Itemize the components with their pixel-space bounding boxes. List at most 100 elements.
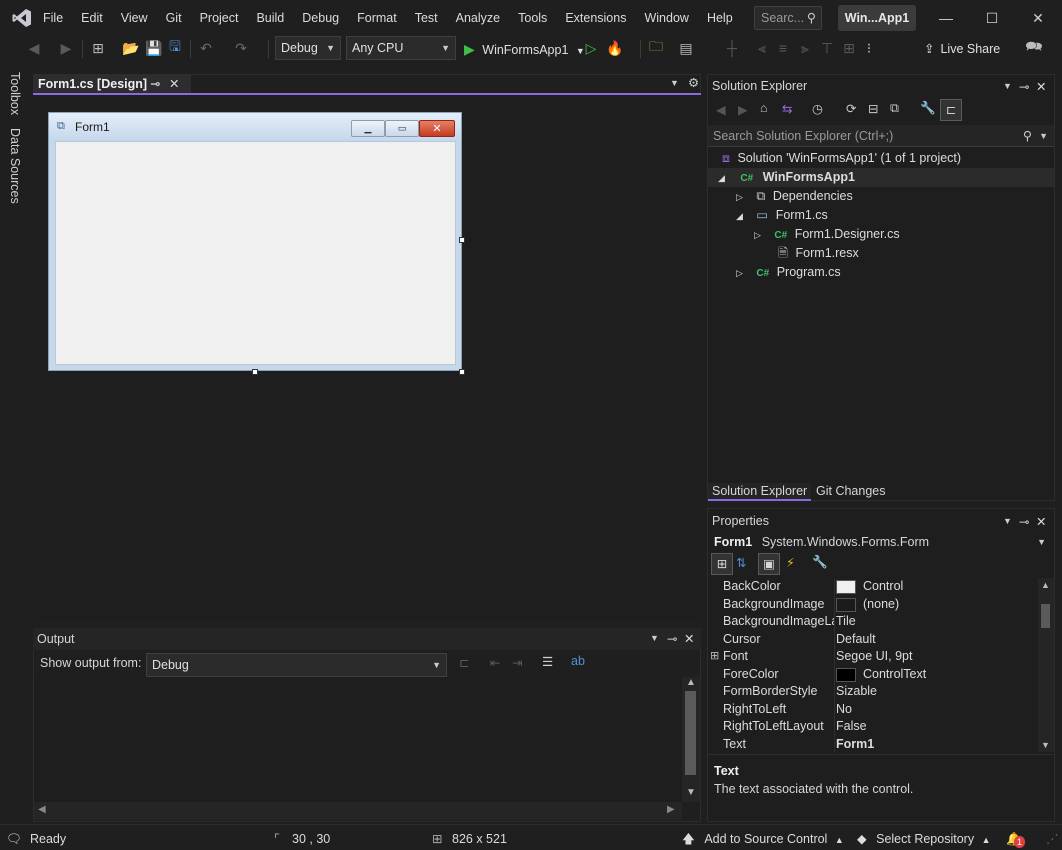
output-vertical-scrollbar[interactable]: ▲ ▼ xyxy=(682,677,700,802)
start-without-debugging-icon[interactable]: ▷ xyxy=(581,38,601,58)
form1-design-window[interactable]: ⧉ Form1 ▁ ▭ ✕ xyxy=(48,112,462,371)
new-project-icon[interactable]: ⊞ xyxy=(88,38,108,58)
browse-folder-icon[interactable]: 🗀 xyxy=(646,38,666,58)
property-pages-icon[interactable]: 🔧 xyxy=(812,555,828,570)
clear-all-icon[interactable]: ☰ xyxy=(542,654,553,669)
previous-message-icon[interactable]: ⇤ xyxy=(490,655,500,670)
align-tops-icon[interactable]: ⊤ xyxy=(817,38,837,58)
property-value[interactable]: Sizable xyxy=(836,683,877,701)
chevron-down-icon[interactable]: ▼ xyxy=(1003,516,1012,526)
close-icon[interactable]: ✕ xyxy=(1036,514,1046,529)
open-file-icon[interactable]: 📂 xyxy=(121,38,141,58)
properties-view-icon[interactable]: ▣ xyxy=(758,553,780,575)
menu-format[interactable]: Format xyxy=(348,6,406,30)
toolbar-overflow-icon[interactable]: ⁝ xyxy=(859,38,879,58)
alphabetical-icon[interactable]: ⇅ xyxy=(736,555,746,570)
back-icon[interactable]: ◀ xyxy=(24,38,44,58)
minimize-button[interactable]: — xyxy=(924,4,968,32)
redo-icon[interactable]: ↷ xyxy=(231,38,251,58)
collapse-all-icon[interactable]: ⊟ xyxy=(868,101,878,116)
property-row[interactable]: Cursor Default xyxy=(712,630,1038,649)
output-source-dropdown[interactable]: Debug ▼ xyxy=(146,653,447,677)
property-value[interactable]: Default xyxy=(836,631,876,649)
tree-item-form1-designer[interactable]: ▷ C# Form1.Designer.cs xyxy=(708,225,1054,244)
menu-test[interactable]: Test xyxy=(406,6,447,30)
output-text-area[interactable] xyxy=(34,677,682,802)
data-sources-tab[interactable]: Data Sources xyxy=(8,128,22,204)
categorized-icon[interactable]: ⊞ xyxy=(711,553,733,575)
chevron-down-icon[interactable]: ▼ xyxy=(1003,81,1012,91)
resize-handle-right[interactable] xyxy=(459,237,465,243)
expand-icon[interactable]: ⊞ xyxy=(710,648,719,666)
tab-list-dropdown-icon[interactable]: ▼ xyxy=(670,78,679,88)
property-value[interactable]: Tile xyxy=(836,613,856,631)
align-centers-icon[interactable]: ≡ xyxy=(773,38,793,58)
property-value[interactable]: Form1 xyxy=(836,736,874,754)
live-share-button[interactable]: ⇪ Live Share xyxy=(924,38,1000,60)
tree-item-program[interactable]: ▷ C# Program.cs xyxy=(708,263,1054,282)
show-all-files-icon[interactable]: ⧉ xyxy=(890,101,899,116)
layout-icon[interactable]: ▤ xyxy=(676,38,696,58)
properties-wrench-icon[interactable]: 🔧 xyxy=(920,101,936,116)
menu-tools[interactable]: Tools xyxy=(509,6,556,30)
solution-platform-dropdown[interactable]: Any CPU ▼ xyxy=(346,36,456,60)
hot-reload-icon[interactable]: 🔥 xyxy=(605,38,625,58)
forward-icon[interactable]: ▶ xyxy=(738,102,748,117)
chevron-down-icon[interactable]: ▼ xyxy=(650,633,659,643)
tree-item-form1[interactable]: ◢ ▭ Form1.cs xyxy=(708,206,1054,225)
find-message-icon[interactable]: ⊏ xyxy=(459,655,469,670)
scroll-left-icon[interactable]: ◀ xyxy=(38,804,46,815)
select-repository-button[interactable]: ◆ Select Repository ▲ xyxy=(857,830,990,848)
menu-file[interactable]: File xyxy=(34,6,72,30)
menu-help[interactable]: Help xyxy=(698,6,742,30)
scroll-thumb[interactable] xyxy=(685,691,696,775)
scroll-thumb[interactable] xyxy=(1041,604,1050,628)
back-icon[interactable]: ◀ xyxy=(716,102,726,117)
menu-view[interactable]: View xyxy=(112,6,157,30)
property-row[interactable]: FormBorderStyle Sizable xyxy=(712,683,1038,701)
preview-selected-icon[interactable]: ⊏ xyxy=(940,99,962,121)
save-all-icon[interactable]: 🖫 xyxy=(165,38,185,58)
forward-icon[interactable]: ▶ xyxy=(56,38,76,58)
notifications-button[interactable]: 🔔 1 xyxy=(1006,830,1026,848)
align-rights-icon[interactable]: ⫸ xyxy=(795,38,815,58)
close-icon[interactable]: ✕ xyxy=(684,631,694,646)
pin-icon[interactable]: ⊸ xyxy=(150,74,160,94)
property-value[interactable]: Segoe UI, 9pt xyxy=(836,648,912,666)
sync-icon[interactable]: ⟳ xyxy=(846,101,856,116)
chevron-down-icon[interactable]: ▼ xyxy=(1039,125,1048,147)
properties-vertical-scrollbar[interactable]: ▲ ▼ xyxy=(1038,578,1054,752)
scroll-down-icon[interactable]: ▼ xyxy=(686,787,696,798)
search-input[interactable]: Searc... ⚲ xyxy=(754,6,822,30)
close-button[interactable]: ✕ xyxy=(1016,4,1060,32)
property-row[interactable]: BackgroundImageLayoutTile xyxy=(712,613,1038,631)
settings-icon[interactable]: ⚙ xyxy=(688,75,699,90)
solution-search-input[interactable]: Search Solution Explorer (Ctrl+;) ⚲ ▼ xyxy=(708,125,1054,147)
menu-build[interactable]: Build xyxy=(247,6,293,30)
output-horizontal-scrollbar[interactable]: ◀ ▶ xyxy=(34,802,682,820)
next-message-icon[interactable]: ⇥ xyxy=(512,655,522,670)
switch-views-icon[interactable]: ⇆ xyxy=(782,101,792,116)
tree-solution-node[interactable]: ⧈ Solution 'WinFormsApp1' (1 of 1 projec… xyxy=(708,149,1054,168)
events-lightning-icon[interactable]: ⚡ xyxy=(786,555,795,570)
form-client-area[interactable] xyxy=(55,141,456,365)
tree-project-node[interactable]: ◢ C# WinFormsApp1 xyxy=(708,168,1054,187)
pending-changes-filter-icon[interactable]: ◷ xyxy=(812,101,823,116)
align-middles-icon[interactable]: ⊞ xyxy=(839,38,859,58)
property-row[interactable]: BackgroundImage (none) xyxy=(712,595,1038,613)
pin-icon[interactable]: ⊸ xyxy=(1019,514,1029,529)
start-debugging-button[interactable]: ▶ WinFormsApp1 ▼ xyxy=(464,38,585,60)
tab-git-changes[interactable]: Git Changes xyxy=(812,483,889,501)
property-row[interactable]: RightToLeft No xyxy=(712,700,1038,719)
feedback-icon[interactable]: 🗪 xyxy=(1024,38,1044,58)
property-value[interactable]: Control xyxy=(863,578,903,596)
property-value[interactable]: No xyxy=(836,701,852,719)
property-row[interactable]: Text Form1 xyxy=(712,735,1038,754)
menu-project[interactable]: Project xyxy=(191,6,248,30)
property-value[interactable]: ControlText xyxy=(863,666,926,684)
property-row[interactable]: RightToLeftLayout False xyxy=(712,718,1038,736)
maximize-button[interactable]: ☐ xyxy=(970,4,1014,32)
resize-handle-bottom[interactable] xyxy=(252,369,258,375)
pin-icon[interactable]: ⊸ xyxy=(1019,79,1029,94)
align-lefts-icon[interactable]: ⫷ xyxy=(752,38,772,58)
